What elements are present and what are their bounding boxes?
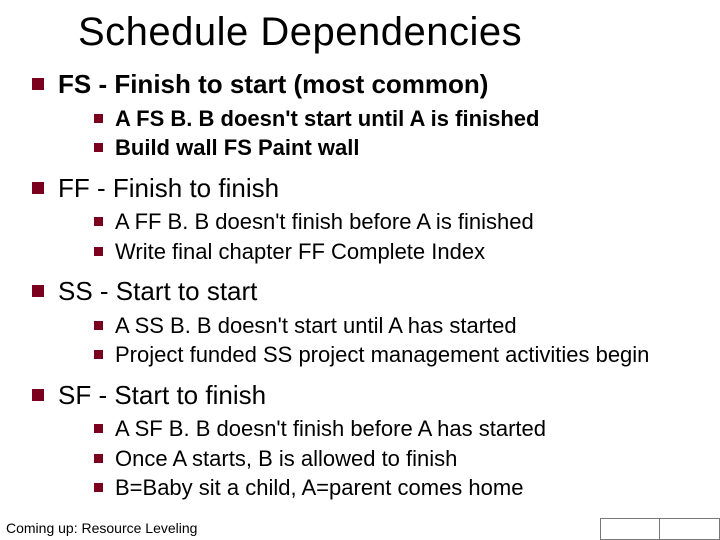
square-bullet-icon — [94, 350, 103, 359]
square-bullet-icon — [32, 78, 44, 90]
sub-label: B=Baby sit a child, A=parent comes home — [115, 474, 523, 502]
item-label: FF - Finish to finish — [58, 172, 279, 205]
square-bullet-icon — [32, 389, 44, 401]
sub-label: A FS B. B doesn't start until A is finis… — [115, 105, 539, 133]
sub-label: Write final chapter FF Complete Index — [115, 238, 485, 266]
sub-label: A FF B. B doesn't finish before A is fin… — [115, 208, 534, 236]
list-item: Project funded SS project management act… — [94, 341, 700, 369]
sub-label: A SF B. B doesn't finish before A has st… — [115, 415, 546, 443]
sub-label: Build wall FS Paint wall — [115, 134, 359, 162]
square-bullet-icon — [94, 114, 103, 123]
slide-content: FS - Finish to start (most common) A FS … — [32, 68, 700, 512]
list-item: A SF B. B doesn't finish before A has st… — [94, 415, 700, 443]
item-label: SS - Start to start — [58, 275, 257, 308]
sub-list: A SS B. B doesn't start until A has star… — [94, 312, 700, 369]
list-item: B=Baby sit a child, A=parent comes home — [94, 474, 700, 502]
corner-box — [600, 518, 660, 540]
list-item: Once A starts, B is allowed to finish — [94, 445, 700, 473]
sub-list: A SF B. B doesn't finish before A has st… — [94, 415, 700, 502]
corner-box — [660, 518, 720, 540]
list-item: SS - Start to start — [32, 275, 700, 308]
item-label: SF - Start to finish — [58, 379, 266, 412]
square-bullet-icon — [94, 247, 103, 256]
list-item: SF - Start to finish — [32, 379, 700, 412]
list-item: Write final chapter FF Complete Index — [94, 238, 700, 266]
list-item: A SS B. B doesn't start until A has star… — [94, 312, 700, 340]
square-bullet-icon — [94, 217, 103, 226]
sub-label: A SS B. B doesn't start until A has star… — [115, 312, 517, 340]
square-bullet-icon — [94, 454, 103, 463]
square-bullet-icon — [94, 424, 103, 433]
square-bullet-icon — [94, 321, 103, 330]
slide: Schedule Dependencies FS - Finish to sta… — [0, 0, 720, 540]
footer-text: Coming up: Resource Leveling — [6, 520, 197, 536]
corner-boxes — [600, 518, 720, 540]
sub-list: A FF B. B doesn't finish before A is fin… — [94, 208, 700, 265]
slide-title: Schedule Dependencies — [78, 10, 522, 55]
sub-label: Once A starts, B is allowed to finish — [115, 445, 457, 473]
square-bullet-icon — [32, 285, 44, 297]
list-item: FS - Finish to start (most common) — [32, 68, 700, 101]
square-bullet-icon — [94, 483, 103, 492]
item-label: FS - Finish to start (most common) — [58, 68, 488, 101]
square-bullet-icon — [94, 143, 103, 152]
list-item: Build wall FS Paint wall — [94, 134, 700, 162]
list-item: FF - Finish to finish — [32, 172, 700, 205]
sub-list: A FS B. B doesn't start until A is finis… — [94, 105, 700, 162]
list-item: A FS B. B doesn't start until A is finis… — [94, 105, 700, 133]
square-bullet-icon — [32, 182, 44, 194]
list-item: A FF B. B doesn't finish before A is fin… — [94, 208, 700, 236]
sub-label: Project funded SS project management act… — [115, 341, 649, 369]
